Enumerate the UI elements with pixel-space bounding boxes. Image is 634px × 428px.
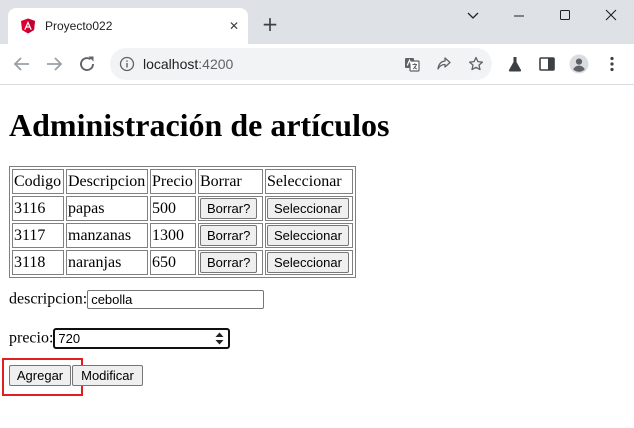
cell-codigo: 3118 <box>12 250 64 275</box>
header-borrar: Borrar <box>198 169 263 194</box>
maximize-window-icon[interactable] <box>548 6 582 26</box>
share-icon[interactable] <box>436 56 452 72</box>
browser-tab[interactable]: Proyecto022 ✕ <box>8 8 248 44</box>
reload-icon[interactable] <box>75 52 99 76</box>
minimize-window-icon[interactable] <box>502 6 536 26</box>
borrar-button[interactable]: Borrar? <box>200 225 258 246</box>
precio-input[interactable] <box>53 328 231 349</box>
seleccionar-button[interactable]: Seleccionar <box>267 198 349 219</box>
side-panel-icon[interactable] <box>537 54 557 74</box>
descripcion-row: descripcion: <box>9 290 265 309</box>
borrar-button[interactable]: Borrar? <box>200 198 258 219</box>
new-tab-button[interactable]: + <box>258 12 282 36</box>
descripcion-input[interactable] <box>87 290 265 309</box>
modificar-button[interactable]: Modificar <box>72 365 143 386</box>
header-descripcion: Descripcion <box>66 169 148 194</box>
angular-logo-icon <box>21 18 35 34</box>
close-tab-icon[interactable]: ✕ <box>226 18 242 34</box>
bookmark-star-icon[interactable] <box>468 56 484 72</box>
address-bar[interactable]: localhost:4200 <box>110 48 492 80</box>
cell-descripcion: naranjas <box>66 250 148 275</box>
agregar-button[interactable]: Agregar <box>9 365 71 386</box>
url-text: localhost:4200 <box>143 55 233 73</box>
articles-table: Codigo Descripcion Precio Borrar Selecci… <box>9 166 356 278</box>
cell-codigo: 3116 <box>12 196 64 221</box>
forward-arrow-icon[interactable] <box>42 52 66 76</box>
descripcion-label: descripcion: <box>9 290 88 308</box>
profile-avatar-icon[interactable] <box>569 54 589 74</box>
page-title: Administración de artículos <box>9 107 390 143</box>
site-info-icon[interactable] <box>119 56 135 72</box>
borrar-button[interactable]: Borrar? <box>200 252 258 273</box>
precio-row: precio: <box>9 328 231 349</box>
cell-borrar: Borrar? <box>198 223 263 248</box>
translate-icon[interactable] <box>404 56 420 72</box>
cell-seleccionar: Seleccionar <box>265 250 353 275</box>
cell-seleccionar: Seleccionar <box>265 196 353 221</box>
table-row: 3117 manzanas 1300 Borrar? Seleccionar <box>12 223 353 248</box>
header-precio: Precio <box>150 169 196 194</box>
cell-descripcion: papas <box>66 196 148 221</box>
cell-precio: 500 <box>150 196 196 221</box>
tab-strip: Proyecto022 ✕ + <box>0 0 634 44</box>
precio-number-field <box>53 328 231 349</box>
precio-label: precio: <box>9 329 54 347</box>
tab-title: Proyecto022 <box>45 19 113 33</box>
cell-descripcion: manzanas <box>66 223 148 248</box>
url-host: localhost <box>143 56 199 72</box>
tab-search-chevron-icon[interactable] <box>456 6 490 26</box>
back-arrow-icon[interactable] <box>10 52 34 76</box>
seleccionar-button[interactable]: Seleccionar <box>267 252 349 273</box>
header-seleccionar: Seleccionar <box>265 169 353 194</box>
url-port: :4200 <box>198 56 234 72</box>
header-codigo: Codigo <box>12 169 64 194</box>
cell-seleccionar: Seleccionar <box>265 223 353 248</box>
cell-borrar: Borrar? <box>198 250 263 275</box>
table-row: 3116 papas 500 Borrar? Seleccionar <box>12 196 353 221</box>
lab-flask-icon[interactable] <box>505 54 525 74</box>
cell-precio: 1300 <box>150 223 196 248</box>
more-menu-icon[interactable] <box>602 54 622 74</box>
cell-borrar: Borrar? <box>198 196 263 221</box>
seleccionar-button[interactable]: Seleccionar <box>267 225 349 246</box>
table-row: 3118 naranjas 650 Borrar? Seleccionar <box>12 250 353 275</box>
close-window-icon[interactable] <box>594 6 628 26</box>
cell-precio: 650 <box>150 250 196 275</box>
cell-codigo: 3117 <box>12 223 64 248</box>
number-spinner-icon[interactable] <box>215 331 224 346</box>
browser-toolbar: localhost:4200 <box>0 44 634 85</box>
table-header-row: Codigo Descripcion Precio Borrar Selecci… <box>12 169 353 194</box>
page-content: Administración de artículos Codigo Descr… <box>0 85 634 428</box>
